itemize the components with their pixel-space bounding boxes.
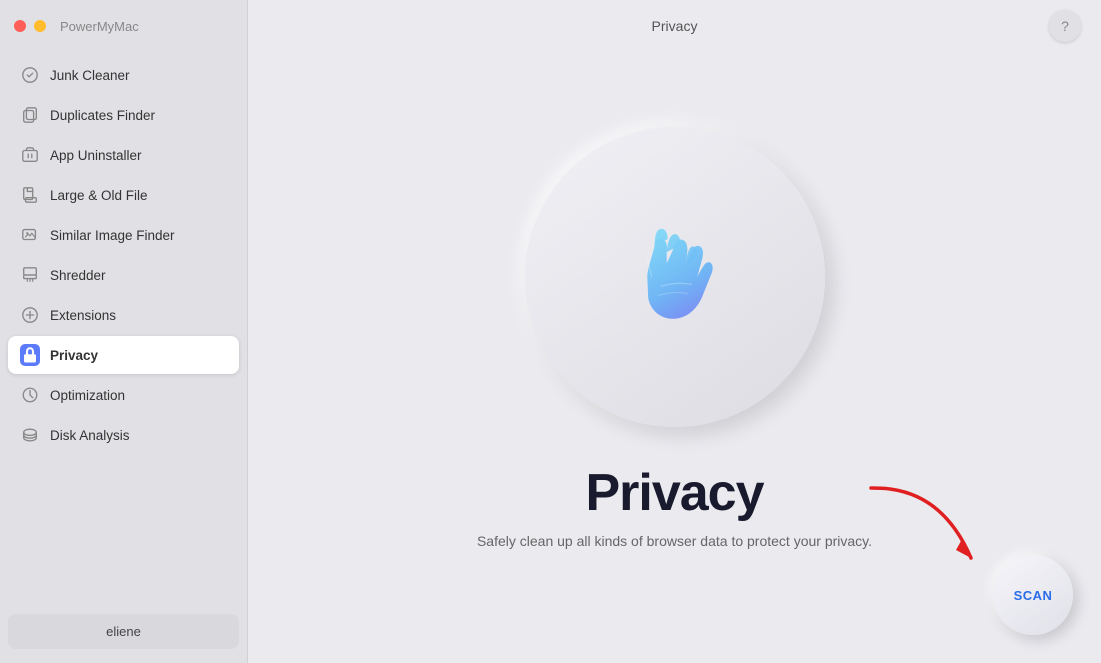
sidebar-bottom: eliene (0, 606, 247, 663)
privacy-icon (20, 345, 40, 365)
sidebar-item-label: Similar Image Finder (50, 228, 175, 243)
app-name: PowerMyMac (60, 19, 139, 34)
sidebar-item-label: Shredder (50, 268, 106, 283)
scan-button[interactable]: SCAN (993, 555, 1073, 635)
sidebar-item-label: Extensions (50, 308, 116, 323)
topbar: Privacy ? (248, 0, 1101, 52)
junk-cleaner-icon (20, 65, 40, 85)
disk-analysis-icon (20, 425, 40, 445)
sidebar-item-label: App Uninstaller (50, 148, 142, 163)
feature-subtitle: Safely clean up all kinds of browser dat… (477, 533, 872, 549)
sidebar-item-label: Large & Old File (50, 188, 148, 203)
sidebar-item-label: Privacy (50, 348, 98, 363)
feature-icon-container (525, 127, 825, 427)
sidebar-item-label: Optimization (50, 388, 125, 403)
titlebar: PowerMyMac (0, 0, 247, 52)
sidebar-item-optimization[interactable]: Optimization (8, 376, 239, 414)
duplicates-finder-icon (20, 105, 40, 125)
shredder-icon (20, 265, 40, 285)
sidebar-item-label: Junk Cleaner (50, 68, 130, 83)
main-content: Privacy ? (248, 0, 1101, 663)
privacy-hand-icon (615, 217, 735, 337)
sidebar-nav: Junk Cleaner Duplicates Finder App Un (0, 52, 247, 606)
optimization-icon (20, 385, 40, 405)
sidebar-item-extensions[interactable]: Extensions (8, 296, 239, 334)
arrow-indicator (861, 478, 991, 583)
sidebar-item-similar-image-finder[interactable]: Similar Image Finder (8, 216, 239, 254)
content-area: Privacy Safely clean up all kinds of bro… (248, 52, 1101, 663)
sidebar-item-junk-cleaner[interactable]: Junk Cleaner (8, 56, 239, 94)
app-uninstaller-icon (20, 145, 40, 165)
sidebar-item-label: Duplicates Finder (50, 108, 155, 123)
sidebar-item-large-old-file[interactable]: Large & Old File (8, 176, 239, 214)
page-title: Privacy (652, 18, 698, 34)
sidebar-item-shredder[interactable]: Shredder (8, 256, 239, 294)
similar-image-icon (20, 225, 40, 245)
scan-button-container: SCAN (993, 555, 1073, 635)
feature-title: Privacy (585, 463, 763, 523)
sidebar-item-disk-analysis[interactable]: Disk Analysis (8, 416, 239, 454)
sidebar-item-label: Disk Analysis (50, 428, 130, 443)
large-file-icon (20, 185, 40, 205)
help-button[interactable]: ? (1049, 10, 1081, 42)
sidebar: PowerMyMac Junk Cleaner Duplicates Finde… (0, 0, 248, 663)
extensions-icon (20, 305, 40, 325)
close-button[interactable] (14, 20, 26, 32)
sidebar-item-app-uninstaller[interactable]: App Uninstaller (8, 136, 239, 174)
sidebar-item-duplicates-finder[interactable]: Duplicates Finder (8, 96, 239, 134)
minimize-button[interactable] (34, 20, 46, 32)
sidebar-item-privacy[interactable]: Privacy (8, 336, 239, 374)
user-button[interactable]: eliene (8, 614, 239, 649)
